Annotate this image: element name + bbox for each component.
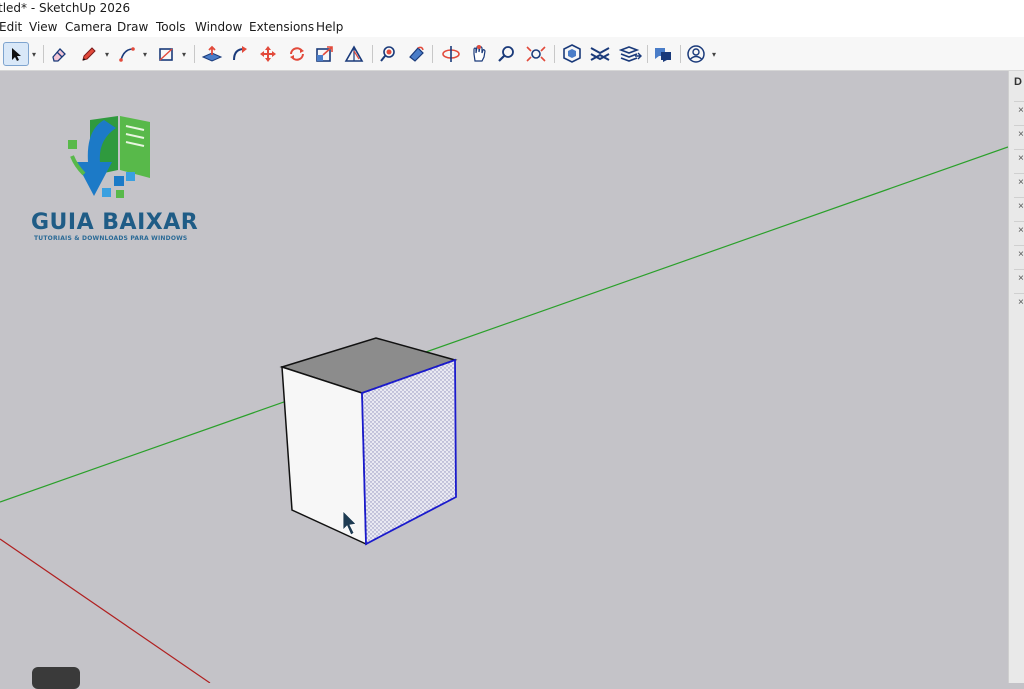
- zoom-extents-icon[interactable]: [525, 45, 547, 63]
- scale-icon[interactable]: [315, 45, 335, 63]
- pan-icon[interactable]: [469, 44, 489, 63]
- pencil-line-icon[interactable]: [80, 46, 98, 62]
- menu-help[interactable]: Help: [316, 20, 343, 34]
- toolbar-divider: [43, 45, 44, 63]
- menu-camera[interactable]: Camera: [65, 20, 112, 34]
- toolbar-divider: [554, 45, 555, 63]
- rectangle-icon[interactable]: [157, 46, 177, 62]
- eraser-icon[interactable]: [50, 46, 68, 62]
- tape-measure-icon[interactable]: [343, 45, 365, 63]
- close-icon[interactable]: ×: [1018, 177, 1024, 188]
- tray-item[interactable]: ×: [1014, 173, 1024, 191]
- close-icon[interactable]: ×: [1018, 297, 1024, 308]
- logo-title: GUIA BAIXAR: [31, 210, 199, 235]
- arc-icon[interactable]: [118, 46, 138, 62]
- zoom-icon[interactable]: [497, 45, 517, 63]
- menu-view[interactable]: View: [29, 20, 57, 34]
- tray-item[interactable]: ×: [1014, 221, 1024, 239]
- toolbar-divider: [647, 45, 648, 63]
- account-icon[interactable]: [686, 45, 706, 63]
- styles-icon[interactable]: [652, 45, 674, 63]
- tray-header: D: [1014, 76, 1022, 88]
- follow-me-icon[interactable]: [230, 45, 250, 63]
- close-icon[interactable]: ×: [1018, 129, 1024, 140]
- move-icon[interactable]: [258, 45, 278, 63]
- menu-extensions[interactable]: Extensions: [249, 20, 314, 34]
- close-icon[interactable]: ×: [1018, 225, 1024, 236]
- tray-item[interactable]: ×: [1014, 269, 1024, 287]
- toolbar-divider: [680, 45, 681, 63]
- tray-item[interactable]: ×: [1014, 125, 1024, 143]
- components-icon[interactable]: [561, 44, 583, 64]
- tray-item[interactable]: ×: [1014, 293, 1024, 311]
- tray-item[interactable]: ×: [1014, 101, 1024, 119]
- section-plane-icon[interactable]: [440, 45, 462, 63]
- select-icon[interactable]: [8, 46, 24, 62]
- menu-draw[interactable]: Draw: [117, 20, 148, 34]
- toolbar-divider: [372, 45, 373, 63]
- menu-window[interactable]: Window: [195, 20, 242, 34]
- tray-item[interactable]: ×: [1014, 197, 1024, 215]
- layers-icon[interactable]: [619, 45, 643, 63]
- paint-bucket-icon[interactable]: [378, 45, 398, 63]
- chevron-down-icon[interactable]: ▾: [182, 50, 186, 59]
- close-icon[interactable]: ×: [1018, 201, 1024, 212]
- chevron-down-icon[interactable]: ▾: [105, 50, 109, 59]
- close-icon[interactable]: ×: [1018, 105, 1024, 116]
- toolbar-divider: [194, 45, 195, 63]
- close-icon[interactable]: ×: [1018, 249, 1024, 260]
- chevron-down-icon[interactable]: ▾: [143, 50, 147, 59]
- logo-subtitle: TUTORIAIS & DOWNLOADS PARA WINDOWS: [34, 235, 188, 242]
- chevron-down-icon[interactable]: ▾: [712, 50, 716, 59]
- menu-edit[interactable]: Edit: [0, 20, 22, 34]
- close-icon[interactable]: ×: [1018, 273, 1024, 284]
- rotate-icon[interactable]: [287, 45, 307, 63]
- video-overlay-widget: [32, 667, 80, 689]
- push-pull-icon[interactable]: [201, 45, 223, 63]
- toolbar-divider: [432, 45, 433, 63]
- tray-item[interactable]: ×: [1014, 245, 1024, 263]
- close-icon[interactable]: ×: [1018, 153, 1024, 164]
- menu-tools[interactable]: Tools: [156, 20, 186, 34]
- tray-item[interactable]: ×: [1014, 149, 1024, 167]
- title-bar: tled* - SketchUp 2026: [0, 0, 1024, 16]
- main-toolbar: ▾ ▾ ▾ ▾ ▾: [0, 37, 1024, 71]
- menu-bar: Edit View Camera Draw Tools Window Exten…: [0, 16, 1024, 37]
- orbit-icon[interactable]: [406, 45, 426, 63]
- chevron-down-icon[interactable]: ▾: [32, 50, 36, 59]
- tags-icon[interactable]: [589, 45, 611, 63]
- window-title: tled* - SketchUp 2026: [0, 1, 131, 15]
